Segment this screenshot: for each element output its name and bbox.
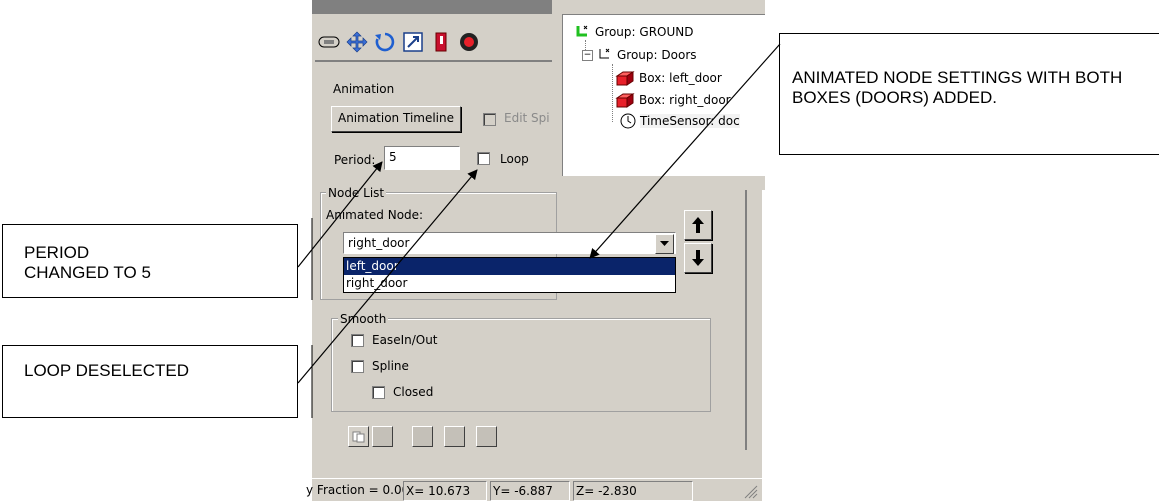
arrow-to-period — [297, 161, 383, 268]
arrow-to-loop — [297, 169, 478, 384]
arrow-to-dropdown — [589, 43, 781, 259]
annotation-arrows — [297, 43, 781, 418]
